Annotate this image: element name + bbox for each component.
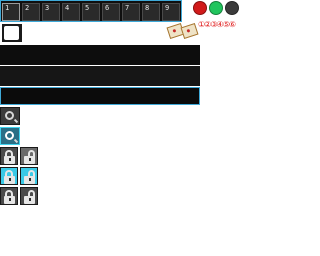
hotbar-slot-3[interactable]: 3: [42, 3, 60, 21]
lock-open-button[interactable]: [20, 167, 38, 185]
lock-closed-button[interactable]: [0, 147, 18, 165]
white-square-cursor-icon: [2, 24, 22, 42]
grey-status-dot: [225, 1, 239, 15]
slot-number: 3: [45, 4, 50, 12]
red-glyph-strip: ①②③④⑤⑥: [198, 20, 236, 29]
magnifier-icon: [5, 131, 14, 140]
slot-number: 4: [65, 4, 70, 12]
map-paper-icon: [180, 22, 199, 40]
hotbar-slot-1[interactable]: 1: [2, 3, 20, 21]
search-button-active[interactable]: [0, 127, 20, 145]
slot-number: 7: [125, 4, 130, 12]
hotbar-slot-7[interactable]: 7: [122, 3, 140, 21]
game-ui-canvas: 1 2 3 4 5 6 7 8 9 ①②③④⑤⑥: [0, 0, 256, 256]
slot-number: 9: [165, 4, 170, 12]
hotbar-slot-8[interactable]: 8: [142, 3, 160, 21]
hotbar-slot-9[interactable]: 9: [162, 3, 180, 21]
hotbar[interactable]: 1 2 3 4 5 6 7 8 9: [0, 0, 182, 22]
selected-dark-bar[interactable]: [0, 87, 200, 105]
lock-closed-button[interactable]: [0, 187, 18, 205]
hotbar-slot-6[interactable]: 6: [102, 3, 120, 21]
slot-number: 5: [85, 4, 90, 12]
slot-number: 2: [25, 4, 30, 12]
magnifier-icon: [5, 111, 14, 120]
dark-bar[interactable]: [0, 45, 200, 65]
search-button[interactable]: [0, 107, 20, 125]
slot-number: 8: [145, 4, 150, 12]
red-status-dot: [193, 1, 207, 15]
slot-number: 6: [105, 4, 110, 12]
dark-bar[interactable]: [0, 66, 200, 86]
lock-open-button[interactable]: [20, 147, 38, 165]
hotbar-slot-5[interactable]: 5: [82, 3, 100, 21]
slot-number: 1: [5, 4, 10, 12]
green-status-dot: [209, 1, 223, 15]
hotbar-slot-4[interactable]: 4: [62, 3, 80, 21]
lock-open-button[interactable]: [20, 187, 38, 205]
lock-closed-button[interactable]: [0, 167, 18, 185]
hotbar-slot-2[interactable]: 2: [22, 3, 40, 21]
